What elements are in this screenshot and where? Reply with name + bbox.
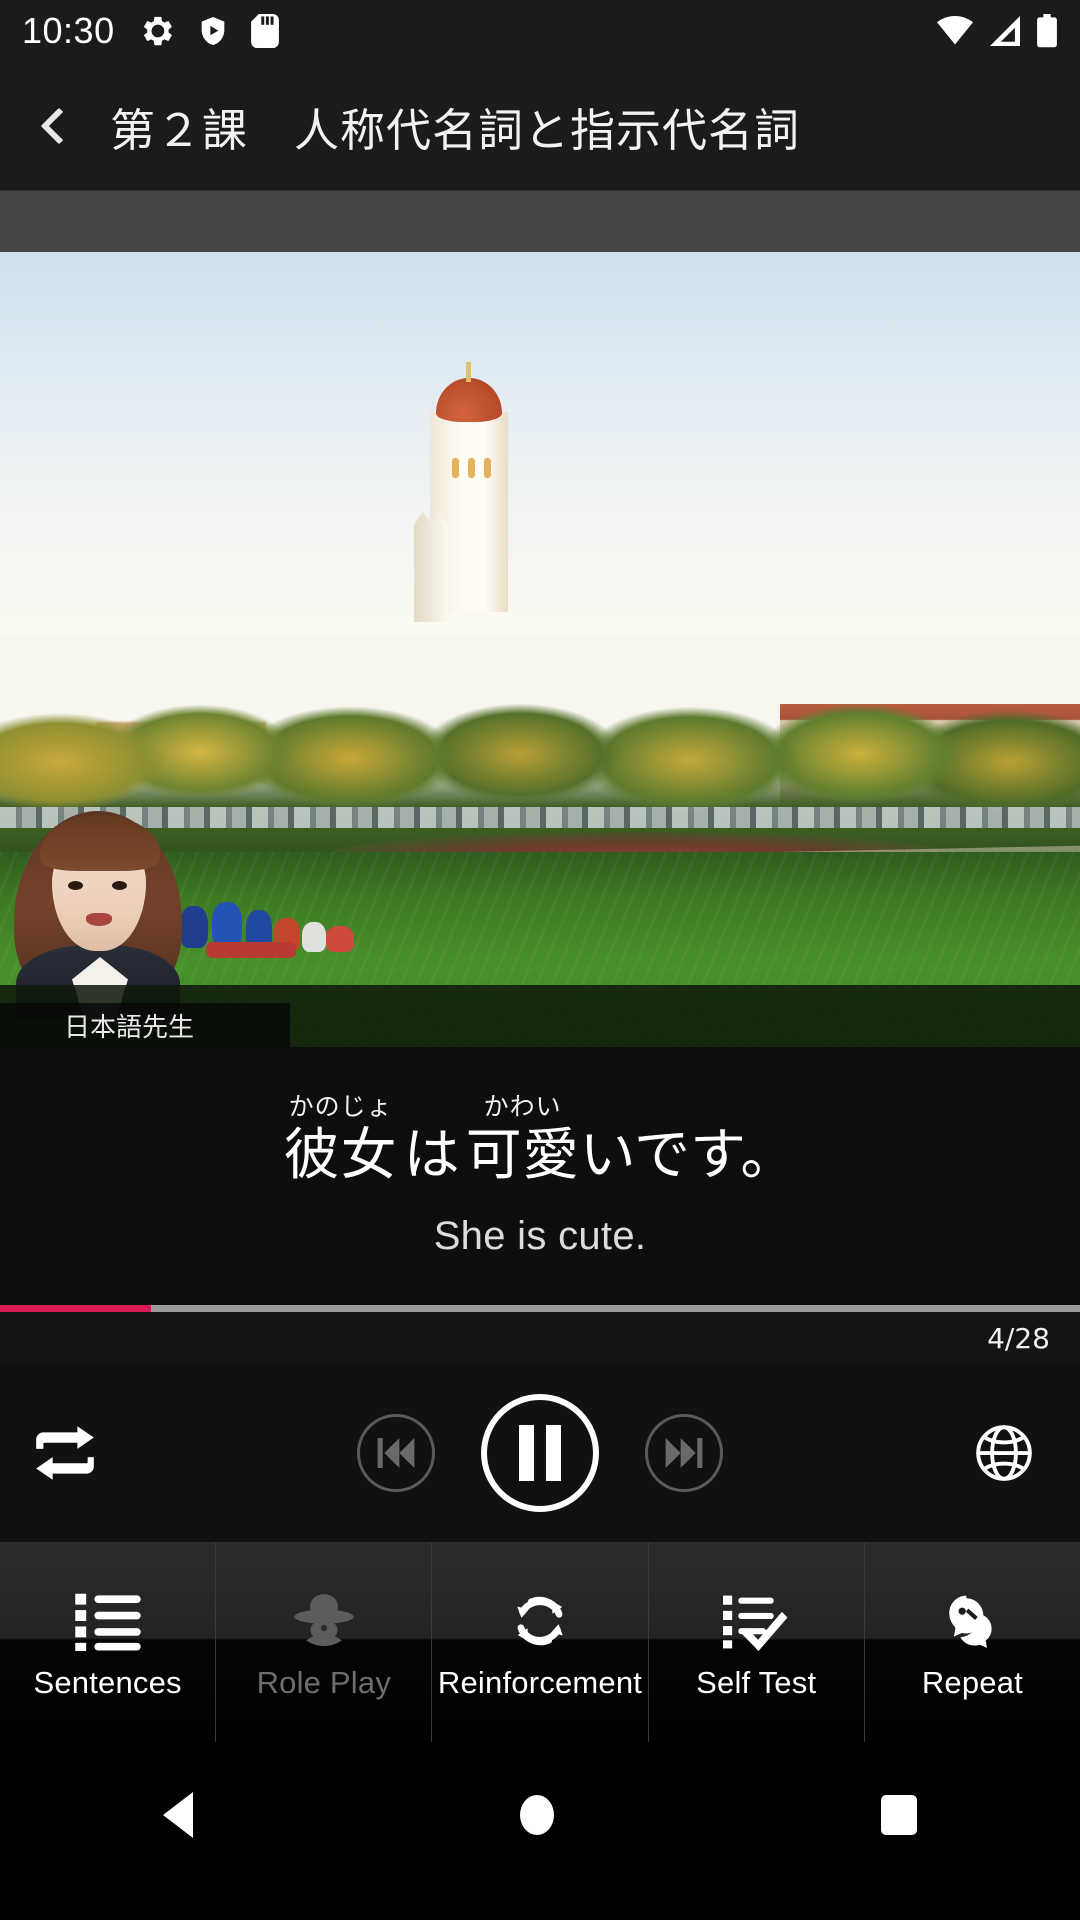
english-translation: She is cute.	[433, 1213, 647, 1258]
tower-buttress	[414, 512, 448, 622]
play-pause-button[interactable]	[481, 1394, 599, 1512]
status-bar: 10:30	[0, 0, 1080, 62]
tab-label: Repeat	[921, 1665, 1023, 1700]
sd-card-icon	[250, 14, 279, 48]
two-faces-icon	[940, 1583, 1004, 1659]
kanji: 可愛	[465, 1122, 580, 1188]
furigana: かわい	[483, 1091, 562, 1121]
japanese-sentence: かのじょ 彼女 は かわい 可愛 いです。	[284, 1094, 797, 1184]
tab-label: Reinforcement	[437, 1665, 643, 1700]
detective-icon	[289, 1583, 359, 1659]
nav-home-icon[interactable]	[519, 1794, 554, 1835]
progress-section: 4/28	[0, 1305, 1080, 1364]
chevron-left-icon	[40, 107, 78, 145]
page-title: 第２課 人称代名詞と指示代名詞	[110, 103, 801, 157]
nav-recents-icon[interactable]	[880, 1794, 917, 1835]
tab-label: Sentences	[33, 1665, 182, 1700]
bottom-tab-bar: Sentences Role Play Reinforcement Self T…	[0, 1542, 1080, 1742]
status-left-icons	[141, 14, 279, 48]
ruby-word: かのじょ 彼女	[284, 1094, 398, 1184]
shield-play-icon	[201, 17, 224, 45]
tab-reinforcement[interactable]: Reinforcement	[432, 1542, 649, 1742]
next-button[interactable]	[645, 1414, 723, 1492]
particle: は	[403, 1122, 460, 1188]
battery-icon	[1037, 14, 1057, 48]
gear-icon	[143, 16, 172, 46]
title-bar: 第２課 人称代名詞と指示代名詞	[0, 62, 1080, 190]
repeat-icon	[36, 1426, 94, 1480]
next-icon	[665, 1438, 703, 1468]
counter-row: 4/28	[0, 1312, 1080, 1364]
language-button[interactable]	[964, 1413, 1044, 1493]
refresh-loop-icon	[508, 1583, 572, 1659]
teacher-eye-left	[68, 881, 83, 890]
back-button[interactable]	[0, 62, 110, 190]
teacher-eye-right	[112, 881, 127, 890]
ruby-word: かわい 可愛	[466, 1094, 580, 1184]
tab-repeat[interactable]: Repeat	[864, 1542, 1080, 1742]
checklist-icon	[723, 1583, 789, 1659]
tab-label: Self Test	[696, 1665, 817, 1700]
tab-role-play[interactable]: Role Play	[216, 1542, 433, 1742]
okurigana: いです。	[579, 1122, 797, 1188]
list-icon	[74, 1583, 141, 1659]
page-counter: 4/28	[987, 1321, 1050, 1355]
thumbnail-caption: 日本語先生	[0, 1003, 290, 1047]
nav-back-icon[interactable]	[163, 1791, 194, 1838]
progress-bar[interactable]	[0, 1305, 1080, 1312]
kanji: 彼女	[283, 1122, 398, 1188]
sky-backdrop	[0, 252, 1080, 634]
transport-controls	[357, 1394, 723, 1512]
pause-icon	[519, 1425, 561, 1481]
toolbar-spacer	[0, 190, 1080, 252]
wifi-icon	[937, 16, 973, 45]
furigana: かのじょ	[288, 1091, 393, 1121]
tab-sentences[interactable]: Sentences	[0, 1542, 217, 1742]
repeat-button[interactable]	[22, 1410, 108, 1496]
media-controls	[0, 1364, 1080, 1542]
previous-button[interactable]	[357, 1414, 435, 1492]
tab-label: Role Play	[256, 1665, 392, 1700]
globe-icon	[976, 1425, 1032, 1481]
tab-self-test[interactable]: Self Test	[648, 1542, 865, 1742]
previous-icon	[377, 1438, 415, 1468]
progress-fill	[0, 1305, 152, 1312]
status-right-icons	[936, 0, 1058, 62]
status-time: 10:30	[22, 10, 115, 51]
cellular-signal-icon	[990, 16, 1020, 46]
android-nav-bar	[0, 1742, 1080, 1887]
subtitle-panel: かのじょ 彼女 は かわい 可愛 いです。 She is cute.	[0, 1047, 1080, 1305]
teacher-mouth	[86, 913, 112, 926]
thumbnail-caption-text: 日本語先生	[64, 1012, 195, 1043]
video-player[interactable]: 日本語先生	[0, 252, 1080, 1047]
